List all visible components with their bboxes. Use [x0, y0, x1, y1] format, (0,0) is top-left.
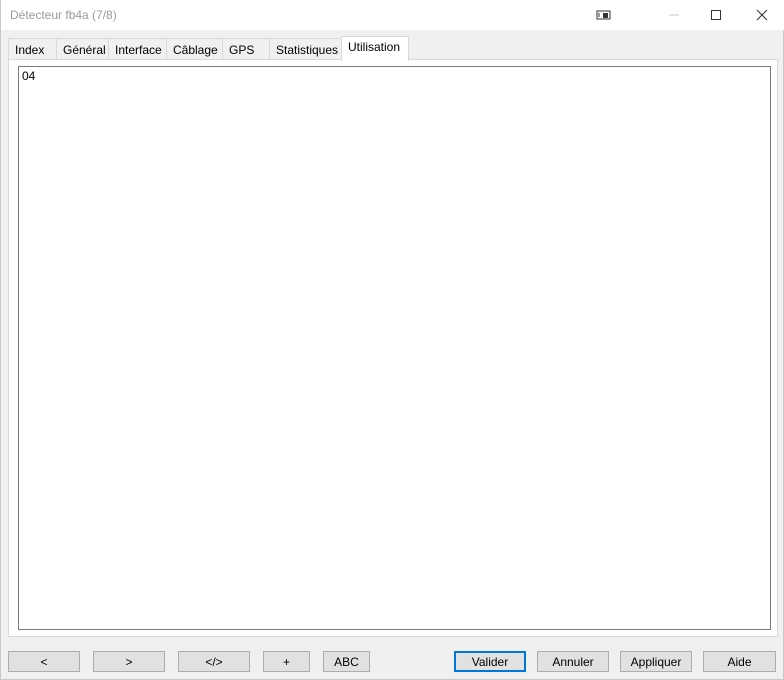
- tab-panel-utilisation: 04: [8, 59, 778, 637]
- tab-general[interactable]: Général: [56, 38, 109, 60]
- tab-utilisation[interactable]: Utilisation: [341, 36, 409, 61]
- abc-button[interactable]: ABC: [323, 651, 370, 672]
- appliquer-button[interactable]: Appliquer: [620, 651, 692, 672]
- prev-button[interactable]: <: [8, 651, 80, 672]
- usage-text-area[interactable]: 04: [18, 66, 771, 630]
- aide-button[interactable]: Aide: [703, 651, 776, 672]
- tab-interface[interactable]: Interface: [108, 38, 167, 60]
- window-pin-icon[interactable]: [581, 0, 627, 30]
- valider-button[interactable]: Valider: [454, 651, 526, 672]
- next-button[interactable]: >: [93, 651, 165, 672]
- tab-gps[interactable]: GPS: [222, 38, 270, 60]
- tab-strip: Index Général Interface Câblage GPS Stat…: [8, 36, 778, 61]
- tab-statistiques[interactable]: Statistiques: [269, 38, 342, 60]
- add-button[interactable]: +: [263, 651, 310, 672]
- window-title: Détecteur fb4a (7/8): [10, 8, 117, 22]
- dialog-window: Détecteur fb4a (7/8) Index Général Inter…: [0, 0, 784, 680]
- annuler-button[interactable]: Annuler: [537, 651, 609, 672]
- tab-index[interactable]: Index: [8, 38, 57, 60]
- code-button[interactable]: </>: [178, 651, 250, 672]
- title-bar[interactable]: Détecteur fb4a (7/8): [1, 0, 784, 30]
- close-icon[interactable]: [739, 0, 784, 30]
- tab-cablage[interactable]: Câblage: [166, 38, 223, 60]
- minimize-icon[interactable]: [651, 0, 697, 30]
- maximize-icon[interactable]: [693, 0, 739, 30]
